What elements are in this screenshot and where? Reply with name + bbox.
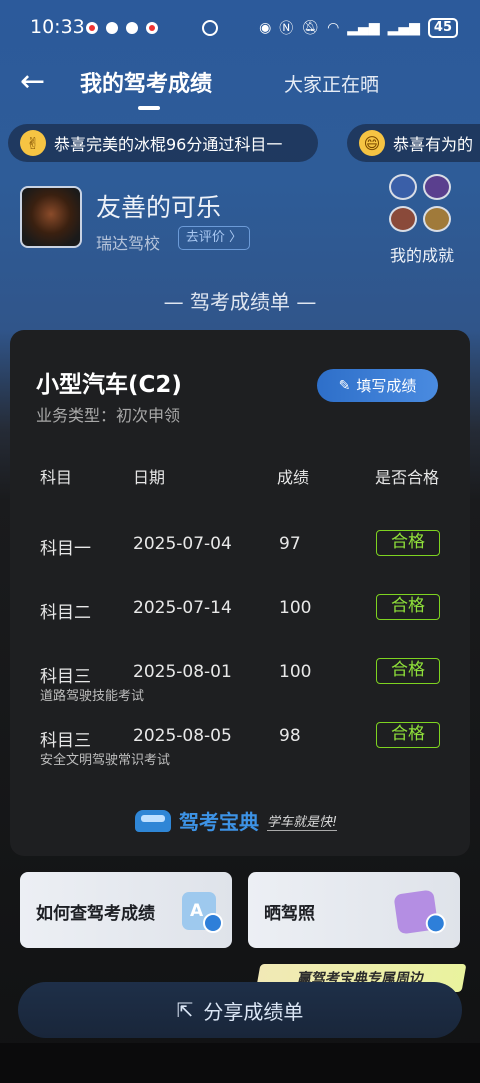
share-icon: ⇱ bbox=[176, 998, 194, 1022]
car-icon bbox=[135, 809, 171, 832]
fill-score-button[interactable]: ✎ 填写成绩 bbox=[317, 369, 438, 402]
header-pass: 是否合格 bbox=[375, 468, 440, 487]
ticker-text: 恭喜完美的冰棍96分通过科目一 bbox=[54, 135, 283, 154]
row-score: 100 bbox=[279, 662, 312, 682]
badge-icon bbox=[423, 174, 451, 200]
tile-label: 晒驾照 bbox=[264, 904, 315, 924]
row-score: 100 bbox=[279, 598, 312, 618]
section-title: — 驾考成绩单 — bbox=[163, 290, 317, 314]
notification-icons bbox=[86, 22, 158, 34]
rate-school-button[interactable]: 去评价 〉 bbox=[178, 226, 250, 250]
badge-icon bbox=[389, 206, 417, 232]
license-type: 小型汽车(C2) bbox=[36, 372, 182, 398]
row-date: 2025-08-01 bbox=[133, 662, 232, 682]
pass-badge: 合格 bbox=[376, 722, 440, 748]
brand-slogan: 学车就是快! bbox=[267, 811, 338, 831]
status-time: 10:33 bbox=[30, 16, 85, 38]
header-score: 成绩 bbox=[277, 468, 310, 487]
fill-score-label: 填写成绩 bbox=[356, 377, 417, 395]
notification-app-icon bbox=[146, 22, 158, 34]
row-note: 道路驾驶技能考试 bbox=[40, 689, 145, 704]
ticker-text: 恭喜有为的 bbox=[393, 135, 474, 154]
notification-app-icon bbox=[106, 22, 118, 34]
how-to-check-score-tile[interactable]: 如何查驾考成绩 A bbox=[20, 872, 232, 948]
victory-hand-icon: ✌ bbox=[20, 130, 46, 156]
mute-icon: 🔕︎ bbox=[301, 20, 320, 36]
edit-icon: ✎ bbox=[338, 377, 351, 394]
header-date: 日期 bbox=[133, 468, 166, 487]
brand-logo: 驾考宝典 学车就是快! bbox=[135, 806, 338, 835]
my-achievements-label[interactable]: 我的成就 bbox=[390, 242, 454, 266]
row-note: 安全文明驾驶常识考试 bbox=[40, 753, 171, 768]
eye-icon: ◉ bbox=[259, 20, 272, 36]
pass-badge: 合格 bbox=[376, 594, 440, 620]
header-subject: 科目 bbox=[40, 468, 73, 487]
tab-my-scores[interactable]: 我的驾考成绩 bbox=[80, 66, 212, 98]
system-status-icons: ◉ Ⓝ 🔕︎ ◠ ▂▄▆ ▂▄▆ 45 bbox=[259, 18, 458, 38]
signal-icon: ▂▄▆ bbox=[387, 20, 420, 36]
driving-school-name: 瑞达驾校 bbox=[96, 234, 161, 253]
share-license-tile[interactable]: 晒驾照 bbox=[248, 872, 460, 948]
wifi-icon: ◠ bbox=[327, 20, 340, 36]
badge-icon bbox=[389, 174, 417, 200]
business-type: 业务类型：初次申领 bbox=[36, 406, 181, 425]
congrats-ticker-item: 😄 恭喜有为的 bbox=[347, 124, 480, 162]
photo-icon bbox=[393, 889, 448, 935]
brand-name: 驾考宝典 bbox=[179, 810, 259, 834]
nfc-n-icon: Ⓝ bbox=[279, 21, 294, 37]
row-score: 98 bbox=[279, 726, 301, 746]
pass-badge: 合格 bbox=[376, 530, 440, 556]
table-row: 科目二 2025-07-14 100 合格 bbox=[0, 594, 480, 654]
smile-emoji-icon: 😄 bbox=[359, 130, 385, 156]
achievement-badges[interactable] bbox=[389, 174, 459, 236]
tile-label: 如何查驾考成绩 bbox=[36, 904, 155, 924]
back-arrow-icon[interactable]: ← bbox=[20, 64, 45, 100]
table-row: 科目三 2025-08-01 100 合格 道路驾驶技能考试 bbox=[0, 658, 480, 718]
badge-icon bbox=[423, 206, 451, 232]
tab-everyone-sharing[interactable]: 大家正在晒 bbox=[284, 70, 379, 97]
row-date: 2025-08-05 bbox=[133, 726, 232, 746]
share-scorecard-button[interactable]: ⇱ 分享成绩单 bbox=[18, 982, 462, 1038]
table-row: 科目三 2025-08-05 98 合格 安全文明驾驶常识考试 bbox=[0, 722, 480, 782]
row-date: 2025-07-04 bbox=[133, 534, 232, 554]
username: 友善的可乐 bbox=[96, 193, 222, 222]
row-subject: 科目三 bbox=[40, 667, 91, 687]
document-search-icon: A bbox=[182, 892, 223, 933]
congrats-ticker-item: ✌ 恭喜完美的冰棍96分通过科目一 bbox=[8, 124, 318, 162]
nfc-icon bbox=[202, 20, 218, 36]
row-subject: 科目二 bbox=[40, 603, 91, 623]
bottom-bar bbox=[0, 1043, 480, 1083]
row-date: 2025-07-14 bbox=[133, 598, 232, 618]
avatar[interactable] bbox=[20, 186, 82, 248]
pass-badge: 合格 bbox=[376, 658, 440, 684]
table-row: 科目一 2025-07-04 97 合格 bbox=[0, 530, 480, 590]
notification-app-icon bbox=[86, 22, 98, 34]
row-subject: 科目三 bbox=[40, 731, 91, 751]
notification-app-icon bbox=[126, 22, 138, 34]
signal-icon: ▂▄▆ bbox=[347, 20, 380, 36]
row-score: 97 bbox=[279, 534, 301, 554]
share-label: 分享成绩单 bbox=[203, 999, 304, 1024]
tab-indicator bbox=[138, 106, 160, 110]
row-subject: 科目一 bbox=[40, 539, 91, 559]
battery-icon: 45 bbox=[427, 18, 458, 38]
